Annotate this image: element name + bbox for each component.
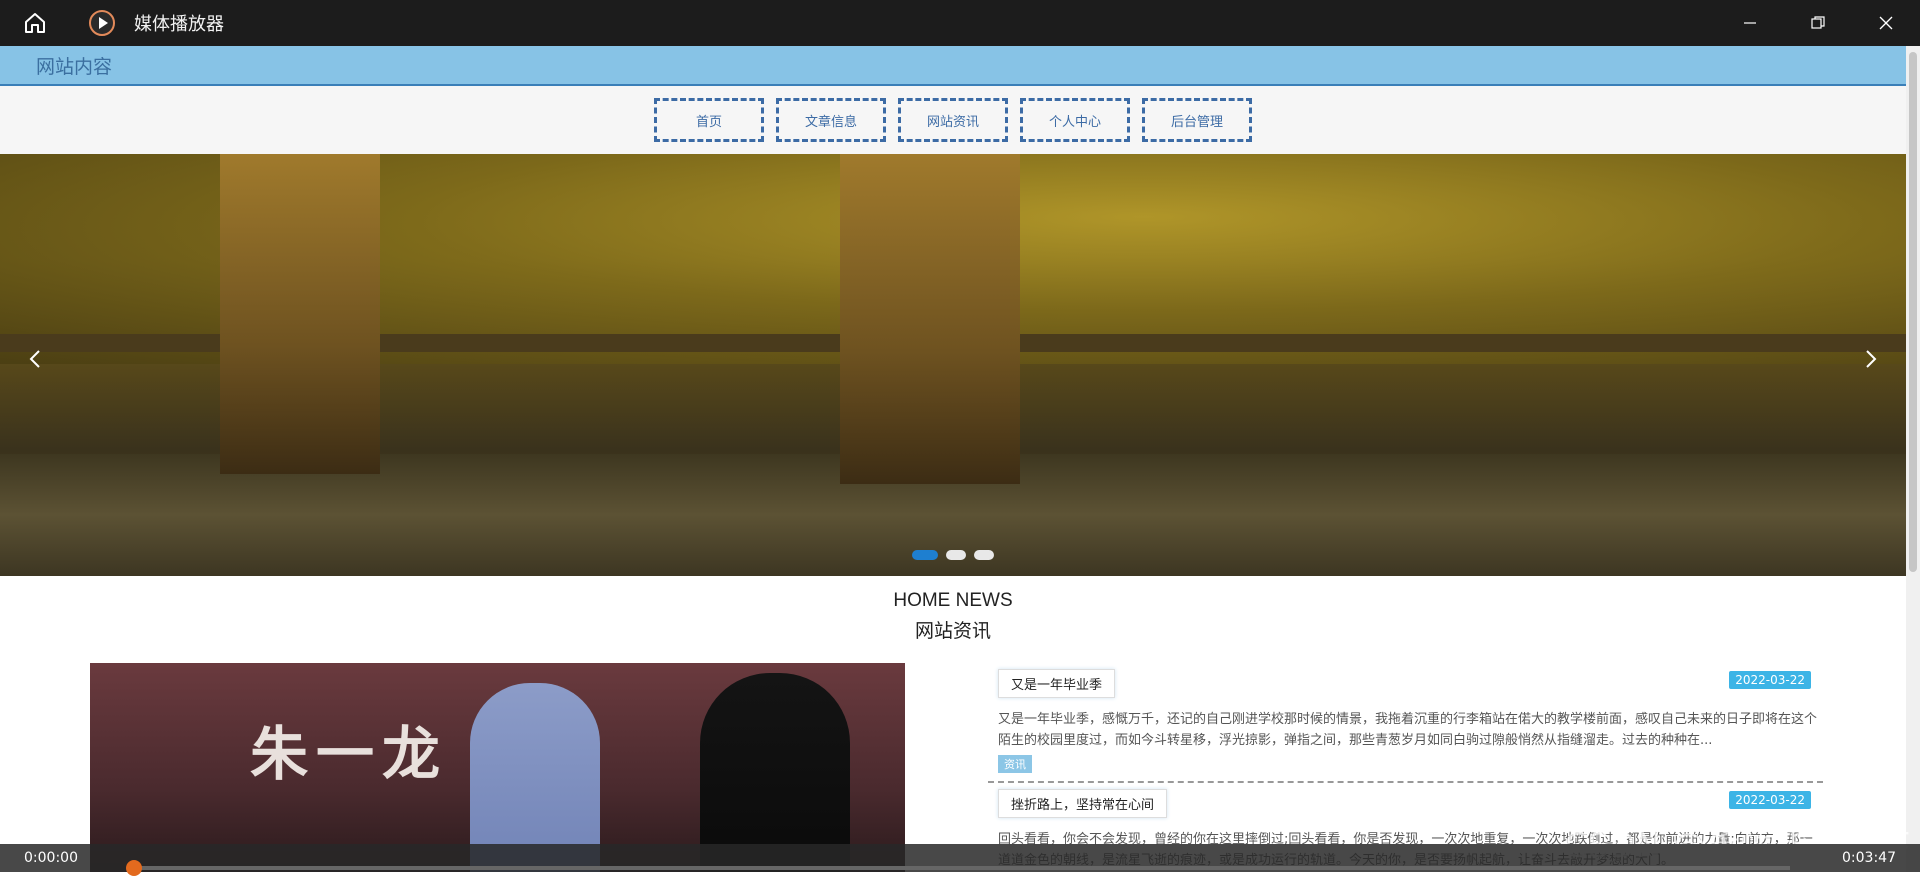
- window-title: 媒体播放器: [134, 14, 224, 35]
- nav-profile[interactable]: 个人中心: [1020, 98, 1130, 142]
- section-title-cn: 网站资讯: [914, 620, 991, 642]
- news-tag[interactable]: 资讯: [998, 755, 1032, 773]
- news-item[interactable]: 又是一年毕业季 2022-03-22 又是一年毕业季，感慨万千，还记的自己刚进学…: [988, 663, 1823, 783]
- site-nav: 首页 文章信息 网站资讯 个人中心 后台管理: [0, 86, 1906, 154]
- nav-news[interactable]: 网站资讯: [898, 98, 1008, 142]
- news-title[interactable]: 又是一年毕业季: [998, 669, 1116, 698]
- home-icon: [25, 13, 45, 33]
- carousel-prev-button[interactable]: [20, 344, 50, 374]
- nav-home[interactable]: 首页: [654, 98, 764, 142]
- banner-carousel: [0, 154, 1906, 576]
- carousel-dot-3[interactable]: [974, 550, 994, 560]
- restore-button[interactable]: [1784, 0, 1852, 46]
- minimize-button[interactable]: [1716, 0, 1784, 46]
- news-date-badge: 2022-03-22: [1729, 791, 1811, 809]
- carousel-dot-1[interactable]: [912, 550, 938, 560]
- seek-bar[interactable]: [130, 866, 1790, 870]
- close-icon: [1879, 16, 1893, 30]
- banner-image-tower-left: [220, 154, 380, 474]
- news-image-caption: 朱一龙: [250, 720, 449, 788]
- page-scrollbar[interactable]: [1906, 46, 1920, 872]
- carousel-indicators: [0, 550, 1906, 560]
- current-time: 0:00:00: [24, 850, 78, 866]
- site-title: 网站内容: [36, 55, 113, 78]
- carousel-next-button[interactable]: [1856, 344, 1886, 374]
- minimize-icon: [1744, 22, 1756, 24]
- close-button[interactable]: [1852, 0, 1920, 46]
- carousel-dot-2[interactable]: [946, 550, 966, 560]
- media-player-icon: [88, 9, 116, 37]
- player-titlebar: 媒体播放器: [0, 0, 1920, 46]
- news-title[interactable]: 挫折路上，坚持常在心间: [998, 789, 1168, 818]
- site-header: 网站内容: [0, 46, 1906, 86]
- news-feature-image[interactable]: 朱一龙: [90, 663, 905, 872]
- news-section-heading: HOME NEWS 网站资讯: [0, 590, 1906, 643]
- chevron-left-icon: [29, 350, 40, 368]
- scrollbar-thumb[interactable]: [1909, 52, 1917, 572]
- player-controls: 0:00:00 0:03:47: [0, 844, 1920, 876]
- video-frame: 网站内容 首页 文章信息 网站资讯 个人中心 后台管理 HOME NEWS 网站…: [0, 46, 1906, 872]
- section-title-en: HOME NEWS: [893, 590, 1013, 611]
- news-summary: 又是一年毕业季，感慨万千，还记的自己刚进学校那时候的情景，我拖着沉重的行李箱站在…: [998, 712, 1818, 748]
- nav-articles[interactable]: 文章信息: [776, 98, 886, 142]
- news-date-badge: 2022-03-22: [1729, 671, 1811, 689]
- chevron-right-icon: [1866, 350, 1877, 368]
- home-button[interactable]: [0, 0, 70, 46]
- news-image-person-right: [700, 673, 850, 872]
- banner-image-tower-right: [840, 154, 1020, 484]
- seek-handle[interactable]: [126, 860, 142, 876]
- total-time: 0:03:47: [1842, 850, 1896, 866]
- nav-admin[interactable]: 后台管理: [1142, 98, 1252, 142]
- restore-icon: [1811, 16, 1825, 29]
